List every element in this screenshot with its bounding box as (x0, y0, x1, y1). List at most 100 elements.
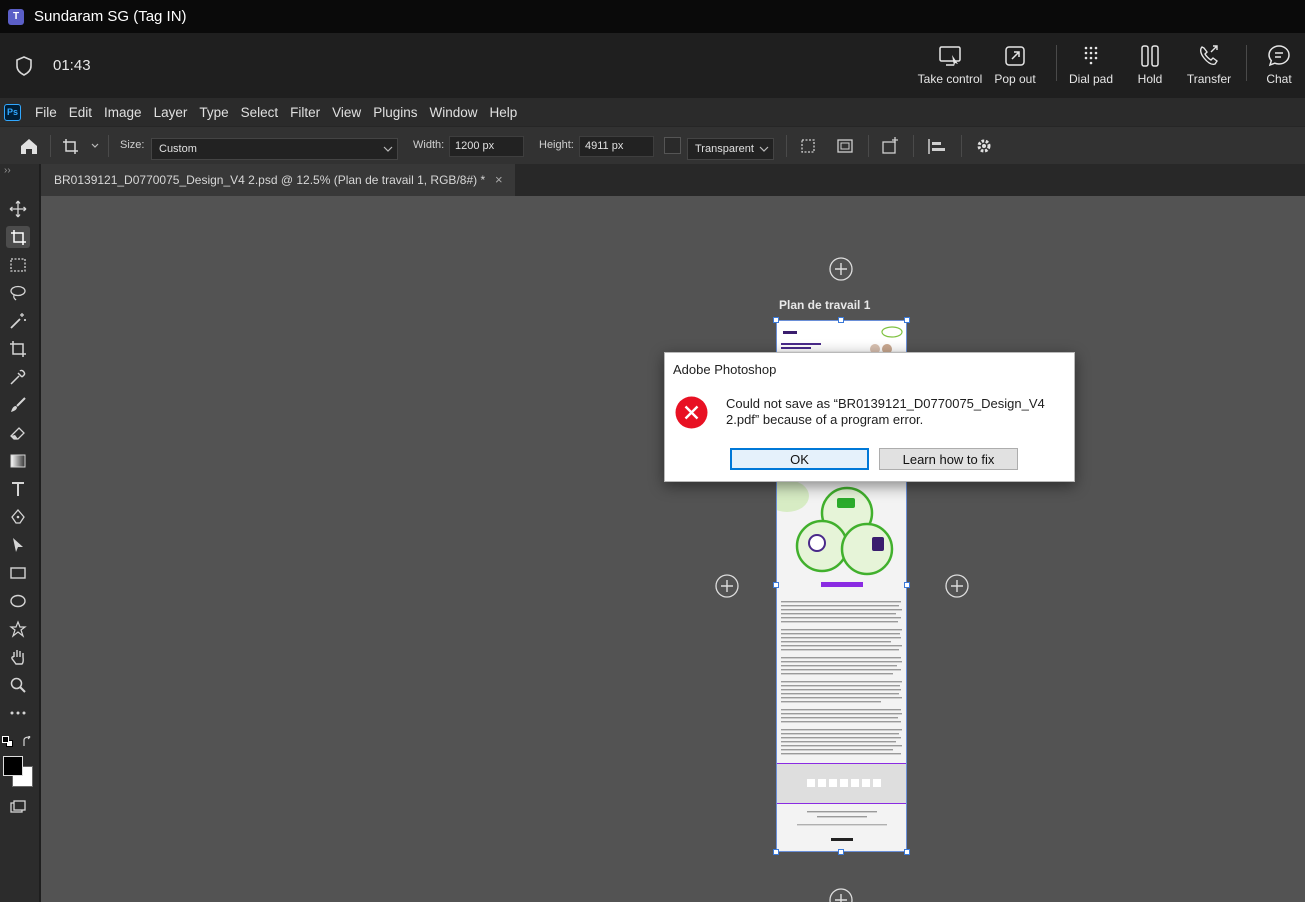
eyedropper-tool-icon[interactable] (6, 366, 30, 388)
dial-pad-label: Dial pad (1068, 72, 1114, 86)
divider (913, 135, 914, 157)
width-label: Width: (413, 139, 445, 151)
fit-artboard-icon[interactable] (834, 136, 856, 156)
height-input[interactable]: 4911 px (579, 136, 654, 157)
photoshop-logo-icon: Ps (4, 103, 21, 121)
menu-plugins[interactable]: Plugins (373, 105, 417, 120)
gradient-tool-icon[interactable] (6, 450, 30, 472)
take-control-button[interactable]: Take control (917, 43, 983, 91)
background-dropdown[interactable]: Transparent (687, 138, 774, 160)
hold-label: Hold (1137, 72, 1163, 86)
path-selection-tool-icon[interactable] (6, 534, 30, 556)
rectangle-tool-icon[interactable] (6, 562, 30, 584)
resize-handle-e[interactable] (904, 582, 910, 588)
resize-handle-n[interactable] (838, 317, 844, 323)
ok-button[interactable]: OK (730, 448, 869, 470)
brush-tool-icon[interactable] (6, 394, 30, 416)
dialog-message: Could not save as “BR0139121_D0770075_De… (726, 396, 1045, 427)
panel-collapse-icon[interactable]: ›› (4, 165, 11, 176)
menu-window[interactable]: Window (429, 105, 477, 120)
dial-pad-button[interactable]: Dial pad (1059, 43, 1123, 91)
document-tab[interactable]: BR0139121_D0770075_Design_V4 2.psd @ 12.… (41, 164, 515, 196)
artboard-tool-preset-icon[interactable] (60, 136, 102, 156)
eraser-tool-icon[interactable] (6, 422, 30, 444)
pop-out-icon (1005, 46, 1025, 66)
close-tab-icon[interactable]: × (495, 172, 503, 187)
pop-out-button[interactable]: Pop out (983, 43, 1047, 91)
default-colors-icon[interactable] (2, 736, 14, 748)
width-input[interactable]: 1200 px (449, 136, 524, 157)
menu-type[interactable]: Type (199, 105, 228, 120)
size-label: Size: (120, 139, 145, 151)
divider (786, 135, 787, 157)
resize-handle-ne[interactable] (904, 317, 910, 323)
custom-shape-tool-icon[interactable] (6, 618, 30, 640)
background-value: Transparent (695, 143, 754, 155)
home-icon[interactable] (18, 136, 40, 156)
artboard-label[interactable]: Plan de travail 1 (779, 298, 870, 312)
menu-view[interactable]: View (332, 105, 361, 120)
height-label: Height: (539, 139, 574, 151)
divider (1056, 45, 1057, 81)
gear-icon[interactable] (973, 136, 995, 156)
learn-how-to-fix-button[interactable]: Learn how to fix (879, 448, 1018, 470)
transfer-button[interactable]: Transfer (1177, 43, 1241, 91)
learn-how-to-fix-label: Learn how to fix (902, 451, 995, 467)
crop-tool-icon[interactable] (6, 338, 30, 360)
pen-tool-icon[interactable] (6, 506, 30, 528)
swap-colors-icon[interactable] (22, 736, 35, 748)
add-artboard-left-icon[interactable] (715, 574, 739, 598)
menu-layer[interactable]: Layer (154, 105, 188, 120)
zoom-tool-icon[interactable] (6, 674, 30, 696)
divider (108, 135, 109, 157)
add-artboard-top-icon[interactable] (829, 257, 853, 281)
resize-handle-s[interactable] (838, 849, 844, 855)
type-tool-icon[interactable] (6, 478, 30, 500)
menu-edit[interactable]: Edit (69, 105, 92, 120)
menu-file[interactable]: File (35, 105, 57, 120)
artboard-tool-icon[interactable] (6, 226, 30, 248)
error-icon (675, 396, 708, 429)
divider (868, 135, 869, 157)
tool-options-bar: Size: Custom Width: 1200 px Height: 4911… (0, 126, 1305, 164)
size-value: Custom (159, 143, 197, 155)
transfer-label: Transfer (1186, 72, 1232, 86)
add-artboard-right-icon[interactable] (945, 574, 969, 598)
resize-handle-se[interactable] (904, 849, 910, 855)
add-artboard-bottom-icon[interactable] (829, 888, 853, 902)
menu-select[interactable]: Select (241, 105, 279, 120)
hold-button[interactable]: Hold (1118, 43, 1182, 91)
ok-button-label: OK (790, 451, 809, 467)
background-color-swatch[interactable] (664, 137, 681, 154)
foreground-color-swatch[interactable] (3, 756, 23, 776)
chat-button[interactable]: Chat (1253, 43, 1305, 91)
teams-title-bar: T Sundaram SG (Tag IN) (0, 0, 1305, 33)
menu-image[interactable]: Image (104, 105, 142, 120)
screen-mode-icon[interactable] (6, 796, 30, 818)
divider (1246, 45, 1247, 81)
align-icon[interactable] (926, 136, 948, 156)
call-control-bar: 01:43 Take control Pop out Dial pad Hold… (0, 33, 1305, 98)
hold-icon (1141, 45, 1159, 67)
menu-filter[interactable]: Filter (290, 105, 320, 120)
more-tools-icon[interactable] (6, 702, 30, 724)
add-artboard-icon[interactable] (879, 136, 901, 156)
ellipse-tool-icon[interactable] (6, 590, 30, 612)
call-title: Sundaram SG (Tag IN) (34, 8, 187, 25)
size-dropdown[interactable]: Custom (151, 138, 398, 160)
pop-out-label: Pop out (994, 72, 1036, 86)
resize-handle-sw[interactable] (773, 849, 779, 855)
resize-handle-nw[interactable] (773, 317, 779, 323)
magic-wand-tool-icon[interactable] (6, 310, 30, 332)
canvas-area[interactable]: Plan de travail 1 (41, 196, 1305, 902)
new-artboard-icon[interactable] (797, 136, 819, 156)
dialog-title: Adobe Photoshop (673, 362, 777, 377)
menu-help[interactable]: Help (489, 105, 517, 120)
take-control-label: Take control (917, 72, 983, 86)
divider (50, 135, 51, 157)
resize-handle-w[interactable] (773, 582, 779, 588)
lasso-tool-icon[interactable] (6, 282, 30, 304)
marquee-tool-icon[interactable] (6, 254, 30, 276)
move-tool-icon[interactable] (6, 198, 30, 220)
hand-tool-icon[interactable] (6, 646, 30, 668)
